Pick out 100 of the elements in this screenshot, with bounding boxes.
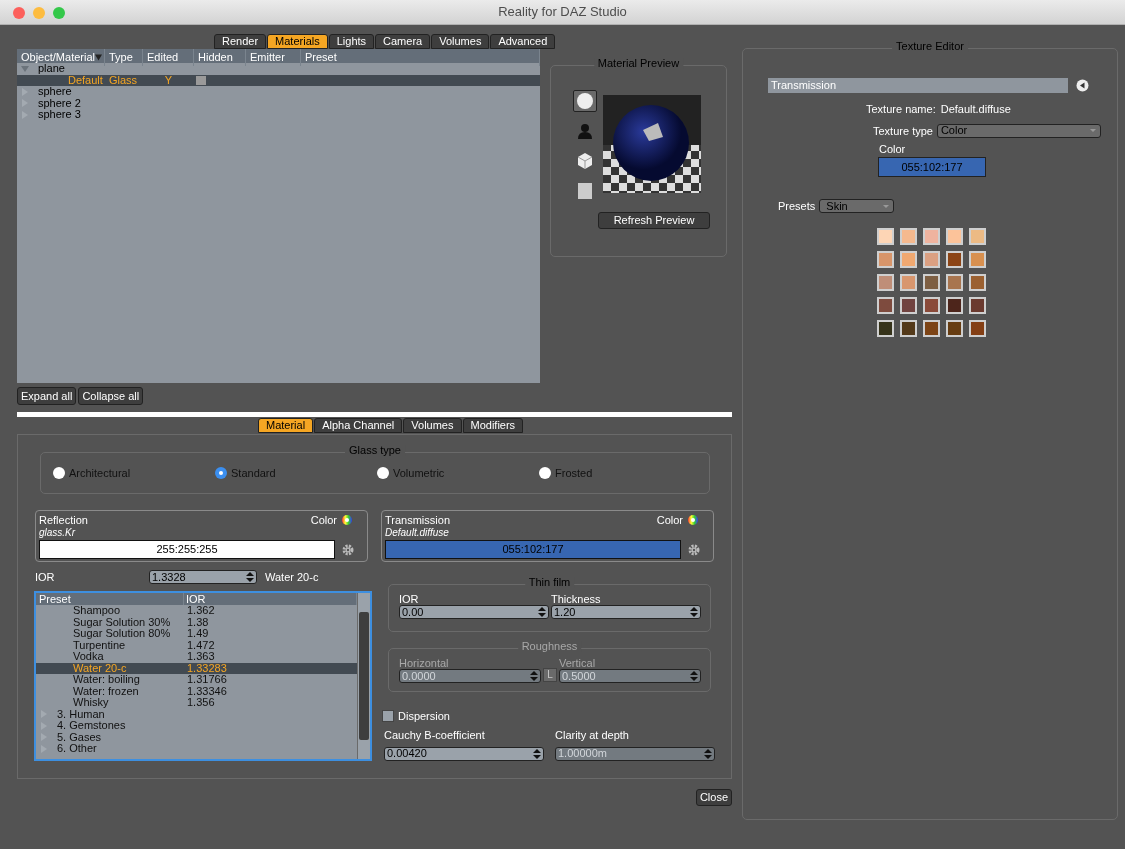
- dispersion-checkbox[interactable]: [382, 710, 394, 723]
- tree-button[interactable]: Expand all: [17, 387, 77, 405]
- column-header[interactable]: Preset: [305, 49, 337, 66]
- color-swatch[interactable]: [946, 273, 963, 291]
- radio-label: Standard: [231, 465, 276, 481]
- color-swatch[interactable]: [923, 273, 940, 291]
- color-swatch[interactable]: [877, 273, 894, 291]
- preset-row[interactable]: Water: boiling 1.31766: [36, 674, 357, 686]
- tree-item[interactable]: sphere: [38, 86, 72, 98]
- color-swatch[interactable]: [946, 227, 963, 245]
- color-swatch[interactable]: [946, 319, 963, 337]
- preset-category[interactable]: 3. Human: [57, 708, 105, 720]
- preset-row[interactable]: Water: frozen 1.33346: [36, 685, 357, 697]
- tree-item[interactable]: sphere 2: [38, 97, 81, 109]
- color-swatch[interactable]: [923, 296, 940, 314]
- color-swatch[interactable]: [923, 250, 940, 268]
- preset-category[interactable]: 6. Other: [57, 743, 97, 755]
- color-swatch[interactable]: [900, 250, 917, 268]
- preset-category[interactable]: 5. Gases: [57, 731, 102, 743]
- number-field[interactable]: 1.20: [551, 605, 701, 619]
- preset-row[interactable]: Turpentine 1.472: [36, 639, 357, 651]
- refresh-preview-button[interactable]: Refresh Preview: [598, 212, 710, 229]
- color-swatch[interactable]: [923, 227, 940, 245]
- tab[interactable]: Volumes: [431, 34, 490, 49]
- tab[interactable]: Advanced: [490, 34, 556, 49]
- preset-ior: 1.38: [187, 616, 209, 628]
- tab[interactable]: Render: [214, 34, 267, 49]
- presets-dropdown[interactable]: Skin: [819, 199, 895, 214]
- spinner-icon[interactable]: [246, 572, 254, 582]
- radio-button[interactable]: [539, 467, 551, 479]
- preset-row[interactable]: Vodka 1.363: [36, 651, 357, 663]
- spinner-icon[interactable]: [533, 748, 541, 759]
- tree-item[interactable]: plane: [38, 63, 65, 75]
- sphere-icon: [576, 92, 594, 110]
- column-header[interactable]: Object/Material: [21, 49, 95, 66]
- scroll-thumb[interactable]: [359, 612, 369, 740]
- color-swatch[interactable]: [900, 319, 917, 337]
- tree-row[interactable]: Default Glass Y: [17, 74, 540, 86]
- color-swatch[interactable]: [969, 273, 986, 291]
- texture-type-dropdown[interactable]: Color: [936, 123, 1101, 138]
- preset-category[interactable]: 4. Gemstones: [57, 720, 126, 732]
- shape-button[interactable]: [573, 90, 597, 112]
- preset-row[interactable]: Shampoo 1.362: [36, 605, 357, 617]
- color-swatch[interactable]: [877, 296, 894, 314]
- scroll-bar[interactable]: [357, 593, 370, 759]
- tab[interactable]: Materials: [267, 34, 328, 49]
- color-wheel-icon[interactable]: [688, 515, 698, 525]
- settings-icon[interactable]: [342, 543, 354, 556]
- spinner-icon[interactable]: [690, 607, 698, 617]
- color-swatch[interactable]: [969, 250, 986, 268]
- tab[interactable]: Material: [258, 418, 314, 433]
- hidden-checkbox[interactable]: [196, 75, 206, 85]
- square-icon: [576, 182, 594, 200]
- radio-button[interactable]: [53, 467, 65, 479]
- color-swatch[interactable]: [900, 227, 917, 245]
- spinner-icon[interactable]: [538, 607, 546, 617]
- color-value-field[interactable]: 055:102:177: [878, 157, 986, 177]
- radio-button[interactable]: [377, 467, 389, 479]
- color-swatch[interactable]: [900, 273, 917, 291]
- preset-row[interactable]: Sugar Solution 80% 1.49: [36, 628, 357, 640]
- preset-ior: 1.33346: [187, 685, 227, 697]
- preset-row[interactable]: Sugar Solution 30% 1.38: [36, 616, 357, 628]
- type-cell-text: Glass: [108, 74, 139, 86]
- column-header[interactable]: Emitter: [250, 49, 285, 66]
- preset-row[interactable]: Water 20-c 1.33283: [36, 662, 357, 674]
- color-swatch[interactable]: [969, 319, 986, 337]
- preset-ior: 1.356: [187, 697, 215, 709]
- tab[interactable]: Alpha Channel: [314, 418, 403, 433]
- color-swatch[interactable]: [969, 227, 986, 245]
- preset-row[interactable]: Whisky 1.356: [36, 697, 357, 709]
- color-swatch[interactable]: [923, 319, 940, 337]
- tree-item[interactable]: sphere 3: [38, 109, 81, 121]
- column-header[interactable]: Edited: [147, 49, 179, 66]
- color-swatch[interactable]: [900, 296, 917, 314]
- tab[interactable]: Camera: [375, 34, 431, 49]
- color-value-field[interactable]: 255:255:255: [39, 540, 335, 559]
- color-label: Color: [879, 144, 907, 155]
- color-wheel-icon[interactable]: [342, 515, 352, 525]
- sort-icon[interactable]: [95, 53, 102, 61]
- color-swatch[interactable]: [946, 296, 963, 314]
- close-button[interactable]: Close: [695, 789, 732, 806]
- color-swatch[interactable]: [877, 227, 894, 245]
- column-header[interactable]: IOR: [186, 593, 206, 605]
- number-field[interactable]: 0.00: [399, 605, 549, 619]
- tree-button[interactable]: Collapse all: [78, 387, 144, 405]
- color-swatch[interactable]: [877, 319, 894, 337]
- number-field[interactable]: 0.00420: [384, 746, 544, 761]
- tab[interactable]: Lights: [328, 34, 375, 49]
- radio-button[interactable]: [215, 467, 227, 479]
- settings-icon[interactable]: [688, 543, 700, 556]
- color-swatch[interactable]: [969, 296, 986, 314]
- column-header[interactable]: Hidden: [198, 49, 233, 66]
- tab[interactable]: Modifiers: [462, 418, 524, 433]
- color-value-field[interactable]: 055:102:177: [385, 540, 681, 559]
- ior-field[interactable]: 1.3328: [149, 570, 257, 584]
- column-header[interactable]: Type: [109, 49, 133, 66]
- column-header[interactable]: Preset: [39, 593, 71, 605]
- color-swatch[interactable]: [946, 250, 963, 268]
- color-swatch[interactable]: [877, 250, 894, 268]
- tab[interactable]: Volumes: [403, 418, 462, 433]
